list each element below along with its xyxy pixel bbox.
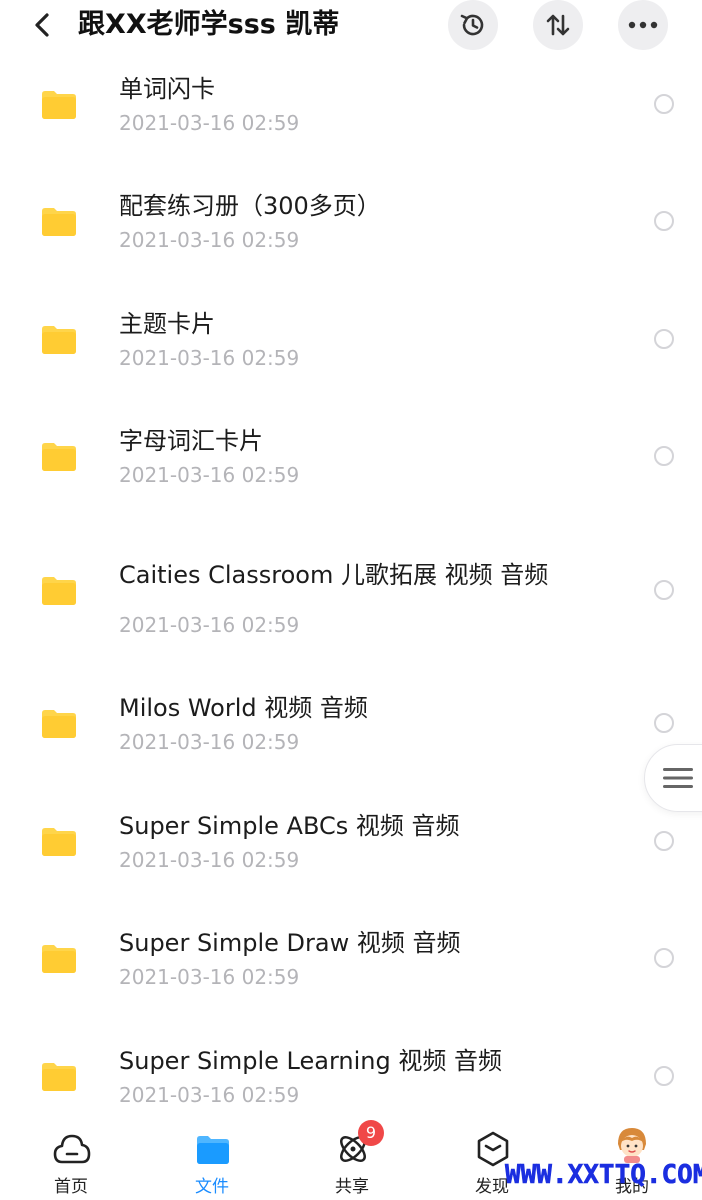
file-date: 2021-03-16 02:59 <box>119 730 300 754</box>
select-radio[interactable] <box>654 94 674 114</box>
file-name: Caities Classroom 儿歌拓展 视频 音频 <box>119 561 549 589</box>
sort-button[interactable] <box>533 0 583 50</box>
history-button[interactable] <box>448 0 498 50</box>
file-row[interactable]: Milos World 视频 音频 2021-03-16 02:59 <box>0 689 702 789</box>
tab-label: 文件 <box>195 1177 229 1197</box>
file-name: 配套练习册（300多页） <box>119 192 381 220</box>
folder-icon <box>42 577 76 605</box>
select-radio[interactable] <box>654 329 674 349</box>
tab-label: 共享 <box>335 1177 369 1197</box>
file-name: Milos World 视频 音频 <box>119 694 368 722</box>
folder-icon <box>42 91 76 119</box>
file-row[interactable]: 配套练习册（300多页） 2021-03-16 02:59 <box>0 187 702 287</box>
file-name: 主题卡片 <box>119 310 215 338</box>
page-title: 跟XX老师学sss 凯蒂 <box>78 9 340 40</box>
folder-icon <box>194 1130 232 1168</box>
history-icon <box>460 14 484 36</box>
select-radio[interactable] <box>654 831 674 851</box>
file-date: 2021-03-16 02:59 <box>119 848 300 872</box>
file-row[interactable]: Super Simple Draw 视频 音频 2021-03-16 02:59 <box>0 924 702 1024</box>
folder-icon <box>42 1063 76 1091</box>
file-row[interactable]: 单词闪卡 2021-03-16 02:59 <box>0 70 702 170</box>
more-horizontal-icon <box>628 21 658 29</box>
file-date: 2021-03-16 02:59 <box>119 1083 300 1107</box>
top-bar: 跟XX老师学sss 凯蒂 <box>0 0 702 52</box>
cloud-home-icon <box>53 1130 91 1168</box>
select-radio[interactable] <box>654 580 674 600</box>
folder-icon <box>42 710 76 738</box>
file-date: 2021-03-16 02:59 <box>119 111 300 135</box>
select-radio[interactable] <box>654 713 674 733</box>
file-row[interactable]: 字母词汇卡片 2021-03-16 02:59 <box>0 422 702 522</box>
tab-home[interactable]: 首页 <box>21 1114 121 1200</box>
tab-files[interactable]: 文件 <box>162 1114 262 1200</box>
file-name: Super Simple Learning 视频 音频 <box>119 1047 502 1075</box>
folder-icon <box>42 208 76 236</box>
folder-icon <box>42 945 76 973</box>
avatar-icon <box>618 1128 646 1163</box>
select-radio[interactable] <box>654 948 674 968</box>
file-row[interactable]: Super Simple Learning 视频 音频 2021-03-16 0… <box>0 1042 702 1112</box>
screen: 跟XX老师学sss 凯蒂 单词闪卡 2021-03-16 02:59 配套练习册… <box>0 0 702 1200</box>
folder-icon <box>42 443 76 471</box>
select-radio[interactable] <box>654 1066 674 1086</box>
tab-share[interactable]: 9 共享 <box>302 1114 402 1200</box>
more-button[interactable] <box>618 0 668 50</box>
file-row[interactable]: 主题卡片 2021-03-16 02:59 <box>0 305 702 405</box>
watermark: WWW.XXTTQ.COM <box>505 1160 702 1191</box>
file-name: 字母词汇卡片 <box>119 427 263 455</box>
file-name: 单词闪卡 <box>119 75 215 103</box>
file-row[interactable]: Caities Classroom 儿歌拓展 视频 音频 2021-03-16 … <box>0 556 702 656</box>
select-radio[interactable] <box>654 211 674 231</box>
side-menu-handle[interactable] <box>644 744 702 812</box>
file-date: 2021-03-16 02:59 <box>119 463 300 487</box>
file-date: 2021-03-16 02:59 <box>119 965 300 989</box>
file-name: Super Simple Draw 视频 音频 <box>119 929 461 957</box>
sort-icon <box>546 14 570 36</box>
hamburger-icon <box>663 768 693 788</box>
chevron-left-icon <box>35 13 49 37</box>
file-date: 2021-03-16 02:59 <box>119 346 300 370</box>
folder-icon <box>42 326 76 354</box>
notification-badge: 9 <box>358 1120 384 1146</box>
back-button[interactable] <box>26 6 58 44</box>
file-name: Super Simple ABCs 视频 音频 <box>119 812 460 840</box>
folder-icon <box>42 828 76 856</box>
select-radio[interactable] <box>654 446 674 466</box>
file-row[interactable]: Super Simple ABCs 视频 音频 2021-03-16 02:59 <box>0 807 702 907</box>
tab-label: 首页 <box>54 1177 88 1197</box>
file-date: 2021-03-16 02:59 <box>119 613 300 637</box>
file-date: 2021-03-16 02:59 <box>119 228 300 252</box>
